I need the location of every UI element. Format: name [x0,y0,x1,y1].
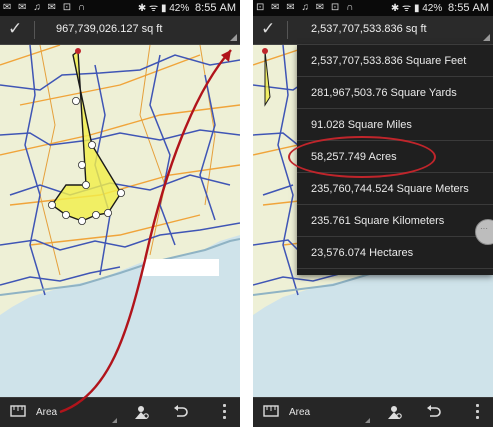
annotation-arrow [59,49,232,414]
